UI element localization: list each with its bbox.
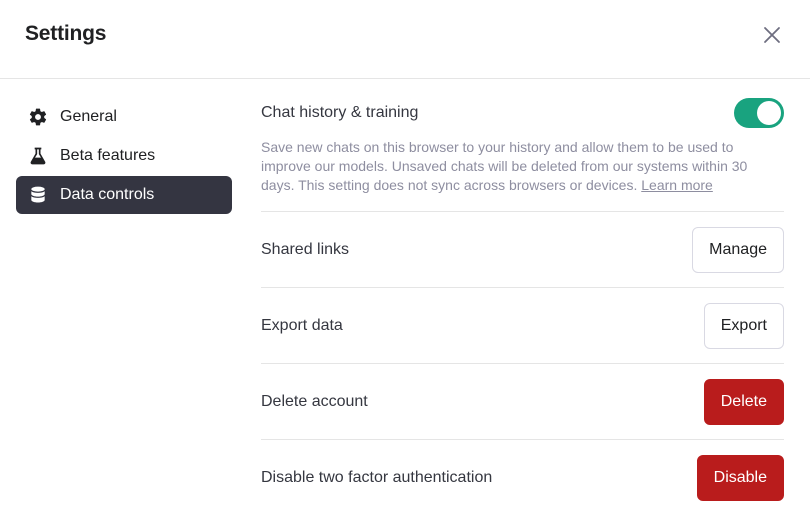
manage-button[interactable]: Manage [692, 226, 784, 273]
chat-history-description: Save new chats on this browser to your h… [261, 139, 748, 193]
delete-account-row: Delete account Delete [261, 364, 784, 440]
close-icon [764, 27, 780, 43]
data-controls-panel: Chat history & training Save new chats o… [261, 92, 784, 516]
chat-history-row: Chat history & training Save new chats o… [261, 92, 784, 212]
flask-icon [28, 146, 48, 166]
delete-button[interactable]: Delete [703, 378, 784, 425]
shared-links-label: Shared links [261, 240, 350, 258]
sidebar-item-beta-features[interactable]: Beta features [16, 137, 232, 175]
sidebar-item-data-controls[interactable]: Data controls [16, 176, 232, 214]
two-factor-label: Disable two factor authentication [261, 469, 493, 486]
gear-icon [28, 107, 48, 127]
close-button[interactable] [758, 21, 786, 49]
settings-sidebar: General Beta features Data controls [16, 98, 232, 215]
sidebar-item-general[interactable]: General [16, 98, 232, 136]
shared-links-row: Shared links Manage [261, 212, 784, 288]
disable-button[interactable]: Disable [696, 455, 784, 501]
sidebar-item-label: General [60, 108, 117, 125]
export-data-row: Export data Export [261, 288, 784, 364]
delete-account-label: Delete account [261, 392, 368, 410]
export-data-label: Export data [261, 316, 343, 334]
chat-history-toggle[interactable] [734, 98, 784, 128]
export-button[interactable]: Export [703, 302, 784, 349]
learn-more-link[interactable]: Learn more [641, 177, 713, 193]
sidebar-item-label: Beta features [60, 147, 156, 164]
page-title: Settings [25, 22, 107, 45]
two-factor-row: Disable two factor authentication Disabl… [261, 440, 784, 516]
chat-history-label: Chat history & training [261, 104, 419, 121]
settings-header: Settings [0, 0, 810, 79]
sidebar-item-label: Data controls [60, 186, 155, 203]
toggle-knob [757, 101, 781, 125]
database-icon [28, 185, 48, 205]
